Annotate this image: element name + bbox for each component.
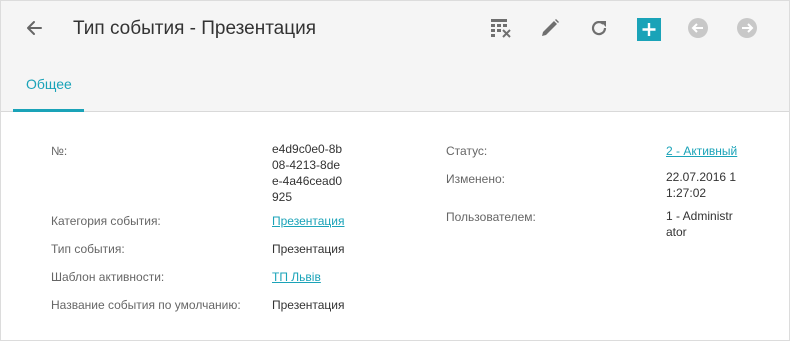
header-bar: Тип события - Презентация xyxy=(1,1,789,55)
active-tab-indicator xyxy=(13,109,84,112)
arrow-right-circle-icon xyxy=(737,18,757,38)
value-line: e-4a46cead0 xyxy=(272,174,343,188)
value-line: 22.07.2016 1 xyxy=(666,170,737,184)
value-line: 1 - Administr xyxy=(666,209,733,223)
field-value-default-event-name: Презентация xyxy=(272,298,345,312)
tab-bar: Общее xyxy=(1,55,789,112)
field-link-event-category[interactable]: Презентация xyxy=(272,214,345,228)
back-button[interactable] xyxy=(23,17,45,39)
field-label-modified-by: Пользователем: xyxy=(446,210,536,224)
value-line: 08-4213-8de xyxy=(272,158,341,172)
pencil-icon xyxy=(542,19,559,36)
value-line: 925 xyxy=(272,190,293,204)
clear-filter-button[interactable] xyxy=(490,17,512,39)
refresh-button[interactable] xyxy=(588,17,610,39)
page-title: Тип события - Презентация xyxy=(73,18,317,39)
edit-button[interactable] xyxy=(539,17,561,39)
field-value-modified: 22.07.2016 1 1:27:02 xyxy=(666,169,736,201)
field-value-event-type: Презентация xyxy=(272,242,345,256)
field-value-number: e4d9c0e0-8b 08-4213-8de e-4a46cead0 925 xyxy=(272,141,342,205)
plus-icon xyxy=(637,18,661,41)
add-button[interactable] xyxy=(637,18,661,41)
field-label-status: Статус: xyxy=(446,144,488,158)
tab-general[interactable]: Общее xyxy=(13,55,84,112)
field-link-status[interactable]: 2 - Активный xyxy=(666,144,737,158)
field-link-activity-template[interactable]: ТП Львів xyxy=(272,270,321,284)
table-clear-icon xyxy=(491,19,511,38)
value-line: ator xyxy=(666,225,687,239)
field-value-modified-by: 1 - Administr ator xyxy=(666,208,733,240)
field-label-event-type: Тип события: xyxy=(51,242,125,256)
record-card: Тип события - Презентация Общее №: e4d9c… xyxy=(0,0,790,341)
previous-record-button[interactable] xyxy=(687,17,709,39)
field-label-number: №: xyxy=(51,144,68,158)
field-label-event-category: Категория события: xyxy=(51,214,161,228)
arrow-left-icon xyxy=(27,21,42,35)
refresh-icon xyxy=(591,21,607,36)
next-record-button[interactable] xyxy=(736,17,758,39)
value-line: e4d9c0e0-8b xyxy=(272,142,343,156)
tab-label: Общее xyxy=(26,76,72,92)
value-line: 1:27:02 xyxy=(666,186,707,200)
field-label-modified: Изменено: xyxy=(446,172,505,186)
field-label-activity-template: Шаблон активности: xyxy=(51,270,165,284)
arrow-left-circle-icon xyxy=(688,18,708,38)
field-label-default-event-name: Название события по умолчанию: xyxy=(51,298,241,312)
